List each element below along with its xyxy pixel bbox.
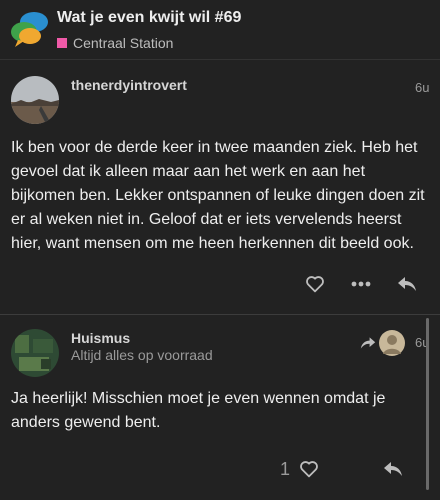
category-badge[interactable]: Centraal Station [57,35,173,51]
scrollbar[interactable] [426,318,429,490]
reply-button[interactable] [370,453,416,485]
like-button[interactable] [292,268,338,300]
reply-to-indicator[interactable] [360,329,406,357]
heart-icon [306,276,324,293]
like-button[interactable] [292,453,326,485]
heart-icon [300,461,318,478]
username[interactable]: Huismus [71,330,130,346]
post-2: Huismus Altijd alles op voorraad 6u Ja h… [0,315,440,500]
site-logo[interactable] [10,10,50,48]
username[interactable]: thenerdyintrovert [71,77,187,93]
like-count[interactable]: 1 [280,459,290,480]
post-actions: 1 [280,453,416,485]
avatar[interactable] [11,76,59,124]
topic-header: Wat je even kwijt wil #69 Centraal Stati… [0,0,440,60]
more-icon [351,281,371,287]
post-actions [292,268,430,300]
post-1: thenerdyintrovert 6u Ik ben voor de derd… [0,60,440,314]
avatar [379,330,405,356]
post-body: Ja heerlijk! Misschien moet je even wenn… [11,390,386,431]
user-title: Altijd alles op voorraad [71,347,213,363]
reply-button[interactable] [384,268,430,300]
category-color-swatch [57,38,67,48]
more-button[interactable] [338,268,384,300]
reply-icon [384,462,403,476]
avatar[interactable] [11,329,59,377]
category-name: Centraal Station [73,35,174,51]
reply-icon [398,277,416,291]
post-age[interactable]: 6u [415,80,429,95]
post-body: Ik ben voor de derde keer in twee maande… [11,139,425,252]
reply-arrow-icon [360,337,376,349]
topic-title[interactable]: Wat je even kwijt wil #69 [57,9,241,27]
